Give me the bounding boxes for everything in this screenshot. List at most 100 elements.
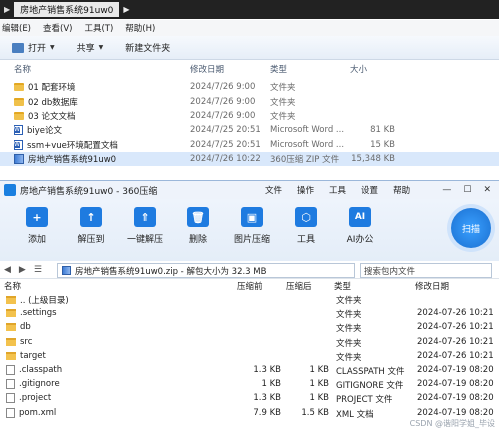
- list-item[interactable]: biye论文 2024/7/25 20:51 Microsoft Word ..…: [0, 123, 499, 137]
- table-row[interactable]: db 文件夹 2024-07-26 10:21: [0, 321, 499, 335]
- add-icon: +: [26, 207, 48, 227]
- column-type[interactable]: 类型: [270, 63, 287, 75]
- chevron-right-icon[interactable]: ▶: [123, 5, 129, 14]
- new-folder-button[interactable]: 新建文件夹: [125, 41, 170, 54]
- column-size[interactable]: 大小: [350, 63, 367, 75]
- file-type: 文件夹: [336, 310, 362, 321]
- one-click-extract-button[interactable]: ⇑ 一键解压: [120, 207, 170, 245]
- table-row[interactable]: .classpath 1.3 KB 1 KB CLASSPATH 文件 2024…: [0, 364, 499, 378]
- file-name: db: [20, 322, 31, 333]
- address-bar[interactable]: ▶ 房地产销售系统91uw0 ▶: [0, 0, 499, 19]
- watermark: CSDN @谐阳学姐_毕设: [409, 419, 495, 428]
- file-date: 2024/7/25 20:51: [190, 139, 261, 150]
- tools-button[interactable]: ⬡ 工具: [281, 207, 331, 245]
- file-date: 2024-07-19 08:20: [417, 393, 494, 404]
- breadcrumb[interactable]: 房地产销售系统91uw0: [14, 2, 120, 17]
- orig-size: 7.9 KB: [253, 407, 281, 418]
- open-button[interactable]: 打开 ▼: [12, 41, 55, 54]
- orig-size: 1 KB: [261, 379, 281, 390]
- zip-icon: [62, 266, 71, 275]
- one-click-extract-icon: ⇑: [134, 207, 156, 227]
- share-button[interactable]: 共享 ▼: [77, 41, 104, 54]
- list-item[interactable]: 03 论文文档 2024/7/26 9:00 文件夹: [0, 109, 499, 123]
- delete-button[interactable]: 🗑 删除: [173, 207, 223, 245]
- file-type: GITIGNORE 文件: [336, 381, 404, 392]
- list-item[interactable]: 01 配套环境 2024/7/26 9:00 文件夹: [0, 80, 499, 94]
- close-icon[interactable]: ✕: [483, 185, 491, 195]
- orig-size: 1.3 KB: [253, 364, 281, 375]
- extract-to-button[interactable]: ↑ 解压到: [66, 207, 116, 245]
- chevron-down-icon: ▼: [98, 44, 104, 51]
- column-name[interactable]: 名称: [4, 280, 21, 292]
- ai-office-button[interactable]: AI AI办公: [335, 207, 385, 245]
- back-icon[interactable]: ◀: [4, 265, 11, 275]
- file-name: 01 配套环境: [28, 83, 76, 94]
- list-item[interactable]: 02 db数据库 2024/7/26 9:00 文件夹: [0, 94, 499, 108]
- minimize-icon[interactable]: —: [442, 185, 451, 195]
- zip-file-list: .. (上级目录) 文件夹 .settings 文件夹 2024-07-26 1…: [0, 293, 499, 421]
- forward-icon[interactable]: ▶: [19, 265, 26, 275]
- file-size: 81 KB: [370, 125, 395, 136]
- folder-icon: [6, 323, 16, 332]
- path-input[interactable]: 房地产销售系统91uw0.zip - 解包大小为 32.3 MB: [57, 263, 355, 278]
- menu-tools[interactable]: 工具: [329, 184, 346, 196]
- explorer-column-headers: 名称 修改日期 类型 大小: [0, 60, 499, 78]
- file-size: 15 KB: [370, 139, 395, 150]
- zip-title-bar: 房地产销售系统91uw0 - 360压缩 文件 操作 工具 设置 帮助 — ☐ …: [0, 181, 499, 199]
- file-icon: [6, 364, 15, 375]
- table-row[interactable]: target 文件夹 2024-07-26 10:21: [0, 350, 499, 364]
- search-input[interactable]: 搜索包内文件: [360, 263, 492, 278]
- list-item-selected[interactable]: 房地产销售系统91uw0 2024/7/26 10:22 360压缩 ZIP 文…: [0, 151, 499, 167]
- menu-file[interactable]: 文件: [265, 184, 282, 196]
- orig-size: 1.3 KB: [253, 393, 281, 404]
- table-row[interactable]: src 文件夹 2024-07-26 10:21: [0, 336, 499, 350]
- column-date[interactable]: 修改日期: [190, 63, 224, 75]
- zip-menu-bar: 文件 操作 工具 设置 帮助: [265, 184, 410, 196]
- folder-icon: [14, 97, 24, 106]
- column-date[interactable]: 修改日期: [415, 280, 449, 292]
- file-name: .classpath: [19, 364, 63, 375]
- menu-settings[interactable]: 设置: [361, 184, 378, 196]
- table-row[interactable]: .settings 文件夹 2024-07-26 10:21: [0, 307, 499, 321]
- menu-edit[interactable]: 编辑(E): [2, 22, 31, 34]
- tools-icon: ⬡: [295, 207, 317, 227]
- menu-help[interactable]: 帮助(H): [125, 22, 155, 34]
- column-type[interactable]: 类型: [334, 280, 351, 292]
- word-doc-icon: [14, 125, 23, 136]
- maximize-icon[interactable]: ☐: [463, 185, 471, 195]
- chevron-right-icon[interactable]: ▶: [4, 5, 10, 14]
- file-type: 文件夹: [270, 111, 296, 122]
- explorer-toolbar: 打开 ▼ 共享 ▼ 新建文件夹: [0, 36, 499, 60]
- file-name: .. (上级目录): [20, 296, 69, 306]
- column-comp-size[interactable]: 压缩后: [286, 280, 312, 292]
- file-type: 文件夹: [270, 97, 296, 108]
- file-name: src: [20, 336, 33, 347]
- tool-label: 添加: [27, 235, 46, 245]
- menu-operate[interactable]: 操作: [297, 184, 314, 196]
- file-size: 15,348 KB: [351, 154, 395, 165]
- table-row[interactable]: .. (上级目录) 文件夹: [0, 293, 499, 307]
- menu-tools[interactable]: 工具(T): [84, 22, 113, 34]
- list-item[interactable]: ssm+vue环境配置文档 2024/7/25 20:51 Microsoft …: [0, 138, 499, 152]
- file-name: 02 db数据库: [28, 97, 78, 108]
- scan-button[interactable]: 扫描: [451, 208, 491, 248]
- file-date: 2024/7/25 20:51: [190, 125, 261, 136]
- menu-help[interactable]: 帮助: [393, 184, 410, 196]
- image-compress-button[interactable]: ▣ 图片压缩: [227, 207, 277, 245]
- menu-view[interactable]: 查看(V): [43, 22, 72, 34]
- table-row[interactable]: .project 1.3 KB 1 KB PROJECT 文件 2024-07-…: [0, 392, 499, 406]
- file-date: 2024/7/26 9:00: [190, 110, 256, 121]
- column-name[interactable]: 名称: [14, 63, 31, 75]
- zip-path-bar: ◀ ▶ ☰ 房地产销售系统91uw0.zip - 解包大小为 32.3 MB 搜…: [0, 261, 499, 279]
- file-date: 2024-07-26 10:21: [417, 322, 494, 333]
- column-orig-size[interactable]: 压缩前: [237, 280, 263, 292]
- add-button[interactable]: + 添加: [12, 207, 62, 245]
- list-view-icon[interactable]: ☰: [34, 265, 42, 275]
- table-row[interactable]: .gitignore 1 KB 1 KB GITIGNORE 文件 2024-0…: [0, 378, 499, 392]
- comp-size: 1 KB: [309, 364, 329, 375]
- file-type: Microsoft Word ...: [270, 125, 345, 136]
- file-name: target: [20, 350, 46, 361]
- file-name: 房地产销售系统91uw0: [28, 155, 117, 166]
- new-folder-label: 新建文件夹: [125, 44, 171, 54]
- file-type: 文件夹: [270, 83, 296, 94]
